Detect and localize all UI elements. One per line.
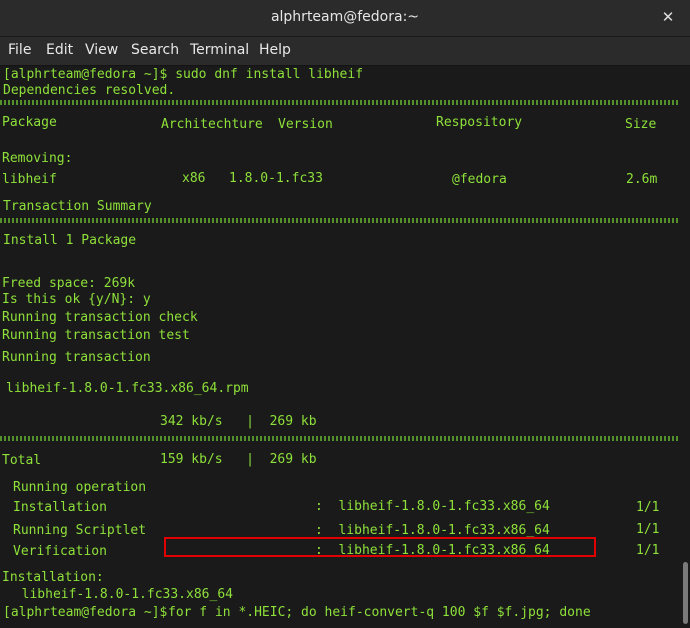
separator bbox=[0, 100, 680, 105]
command-highlight-box bbox=[164, 537, 596, 557]
menu-search[interactable]: Search bbox=[131, 42, 179, 58]
terminal-window: alphrteam@fedora:~ ✕ File Edit View Sear… bbox=[0, 0, 690, 628]
transfer-rate: 342 kb/s | 269 kb bbox=[160, 414, 317, 429]
output-line: Dependencies resolved. bbox=[3, 83, 176, 98]
output-line: libheif-1.8.0-1.fc33.x86_64.rpm bbox=[6, 381, 249, 396]
command-line: sudo dnf install libheif bbox=[167, 67, 364, 82]
output-line: Install 1 Package bbox=[3, 233, 137, 248]
terminal-output[interactable]: [alphrteam@fedora ~]$ sudo dnf install l… bbox=[0, 66, 680, 628]
menu-file[interactable]: File bbox=[8, 42, 31, 58]
step-label: Installation bbox=[13, 500, 107, 515]
step-package: : libheif-1.8.0-1.fc33.x86_64 bbox=[315, 499, 550, 514]
scrollbar[interactable] bbox=[680, 66, 690, 628]
output-line: Running operation bbox=[13, 480, 147, 495]
output-line: Running transaction bbox=[2, 350, 151, 365]
output-line: Running transaction test bbox=[2, 328, 190, 343]
package-arch: x86 bbox=[182, 171, 206, 186]
menu-terminal[interactable]: Terminal bbox=[190, 42, 249, 58]
header-repo: Respository bbox=[436, 115, 523, 130]
output-line: Is this ok {y/N}: y bbox=[2, 292, 151, 307]
step-count: 1/1 bbox=[636, 500, 660, 515]
package-version: 1.8.0-1.fc33 bbox=[229, 171, 323, 186]
output-line: Freed space: 269k bbox=[2, 276, 136, 291]
total-label: Total bbox=[2, 453, 42, 468]
title-bar: alphrteam@fedora:~ ✕ bbox=[0, 0, 690, 37]
menu-edit[interactable]: Edit bbox=[46, 42, 73, 58]
menu-help[interactable]: Help bbox=[259, 42, 291, 58]
scrollbar-thumb[interactable] bbox=[683, 562, 688, 624]
package-size: 2.6m bbox=[626, 172, 658, 187]
step-label: Running Scriptlet bbox=[13, 523, 147, 538]
prompt: [alphrteam@fedora ~]$ bbox=[3, 605, 168, 620]
header-size: Size bbox=[625, 117, 657, 132]
output-line: Installation: bbox=[2, 570, 104, 585]
output-line: Transaction Summary bbox=[3, 199, 152, 214]
package-name: libheif bbox=[2, 172, 57, 187]
window-title: alphrteam@fedora:~ bbox=[270, 9, 420, 25]
step-label: Verification bbox=[13, 544, 107, 559]
command-input[interactable]: for f in *.HEIC; do heif-convert-q 100 $… bbox=[168, 605, 591, 621]
package-repo: @fedora bbox=[452, 172, 507, 187]
menu-view[interactable]: View bbox=[85, 42, 118, 58]
output-line: Running transaction check bbox=[2, 310, 198, 325]
prompt: [alphrteam@fedora ~]$ bbox=[3, 67, 168, 82]
menu-bar: File Edit View Search Terminal Help bbox=[0, 37, 690, 66]
transfer-rate: 159 kb/s | 269 kb bbox=[160, 452, 317, 467]
output-line: libheif-1.8.0-1.fc33.x86_64 bbox=[6, 587, 233, 602]
header-version: Version bbox=[278, 117, 333, 132]
header-arch: Architechture bbox=[161, 117, 263, 132]
separator bbox=[0, 218, 680, 223]
header-package: Package bbox=[2, 115, 57, 130]
output-line: Removing: bbox=[2, 151, 73, 166]
step-count: 1/1 bbox=[636, 522, 660, 537]
step-count: 1/1 bbox=[636, 543, 660, 558]
separator bbox=[0, 436, 680, 441]
close-icon[interactable]: ✕ bbox=[658, 7, 678, 27]
